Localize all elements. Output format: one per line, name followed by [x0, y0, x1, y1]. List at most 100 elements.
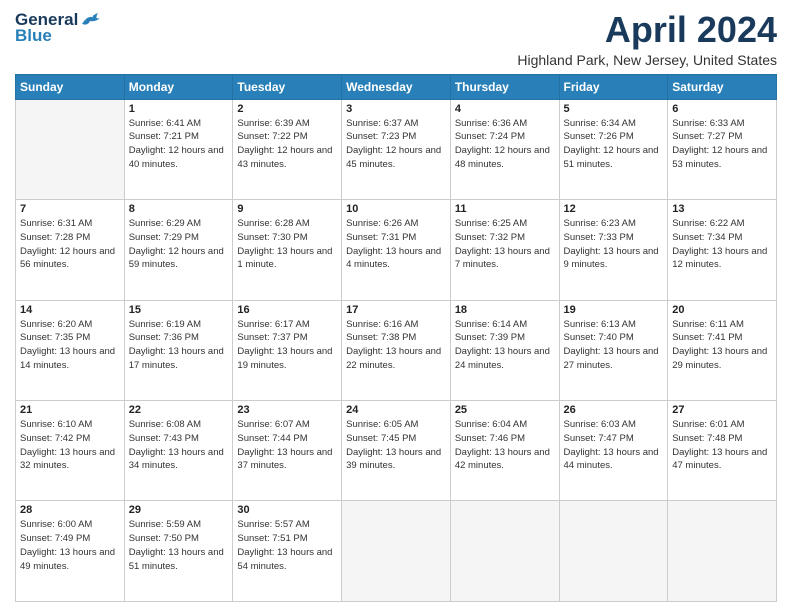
day-info: Sunrise: 6:04 AMSunset: 7:46 PMDaylight:…: [455, 418, 555, 473]
day-number: 25: [455, 404, 555, 416]
day-info: Sunrise: 6:22 AMSunset: 7:34 PMDaylight:…: [672, 217, 772, 272]
day-cell: 15Sunrise: 6:19 AMSunset: 7:36 PMDayligh…: [124, 300, 233, 400]
day-number: 30: [237, 504, 337, 516]
day-cell: 2Sunrise: 6:39 AMSunset: 7:22 PMDaylight…: [233, 99, 342, 199]
day-cell: 18 Sunrise: 6:14 AMSunset: 7:39 PMDayligh…: [450, 300, 559, 400]
day-info: Sunrise: 6:26 AMSunset: 7:31 PMDaylight:…: [346, 217, 446, 272]
day-cell: 8 Sunrise: 6:29 AMSunset: 7:29 PMDaylight…: [124, 200, 233, 300]
day-cell: 21Sunrise: 6:10 AMSunset: 7:42 PMDayligh…: [16, 401, 125, 501]
day-cell: 6Sunrise: 6:33 AMSunset: 7:27 PMDaylight…: [668, 99, 777, 199]
day-number: 3: [346, 103, 446, 115]
day-cell: 24 Sunrise: 6:05 AMSunset: 7:45 PMDayligh…: [342, 401, 451, 501]
week-row-4: 21Sunrise: 6:10 AMSunset: 7:42 PMDayligh…: [16, 401, 777, 501]
day-number: 7: [20, 203, 120, 215]
day-number: 17: [346, 304, 446, 316]
day-cell: 13 Sunrise: 6:22 AMSunset: 7:34 PMDayligh…: [668, 200, 777, 300]
day-cell: [16, 99, 125, 199]
day-cell: [342, 501, 451, 602]
day-cell: 3 Sunrise: 6:37 AMSunset: 7:23 PMDaylight…: [342, 99, 451, 199]
day-cell: 14 Sunrise: 6:20 AMSunset: 7:35 PMDayligh…: [16, 300, 125, 400]
day-cell: [450, 501, 559, 602]
day-info: Sunrise: 6:16 AMSunset: 7:38 PMDaylight:…: [346, 318, 446, 373]
day-cell: 10 Sunrise: 6:26 AMSunset: 7:31 PMDayligh…: [342, 200, 451, 300]
col-header-monday: Monday: [124, 74, 233, 99]
day-number: 20: [672, 304, 772, 316]
day-info: Sunrise: 6:31 AMSunset: 7:28 PMDaylight:…: [20, 217, 120, 272]
day-info: Sunrise: 6:20 AMSunset: 7:35 PMDaylight:…: [20, 318, 120, 373]
day-number: 6: [672, 103, 772, 115]
day-number: 28: [20, 504, 120, 516]
day-info: Sunrise: 6:29 AMSunset: 7:29 PMDaylight:…: [129, 217, 229, 272]
day-info: Sunrise: 6:17 AMSunset: 7:37 PMDaylight:…: [237, 318, 337, 373]
day-info: Sunrise: 6:25 AMSunset: 7:32 PMDaylight:…: [455, 217, 555, 272]
title-block: April 2024 Highland Park, New Jersey, Un…: [517, 10, 777, 68]
day-info: Sunrise: 6:01 AMSunset: 7:48 PMDaylight:…: [672, 418, 772, 473]
day-info: Sunrise: 6:14 AMSunset: 7:39 PMDaylight:…: [455, 318, 555, 373]
day-info: Sunrise: 6:37 AMSunset: 7:23 PMDaylight:…: [346, 117, 446, 172]
day-number: 22: [129, 404, 229, 416]
day-cell: 26 Sunrise: 6:03 AMSunset: 7:47 PMDayligh…: [559, 401, 668, 501]
day-cell: 30 Sunrise: 5:57 AMSunset: 7:51 PMDayligh…: [233, 501, 342, 602]
day-cell: 20Sunrise: 6:11 AMSunset: 7:41 PMDayligh…: [668, 300, 777, 400]
day-number: 26: [564, 404, 664, 416]
day-info: Sunrise: 6:34 AMSunset: 7:26 PMDaylight:…: [564, 117, 664, 172]
week-row-3: 14 Sunrise: 6:20 AMSunset: 7:35 PMDayligh…: [16, 300, 777, 400]
day-cell: 5 Sunrise: 6:34 AMSunset: 7:26 PMDaylight…: [559, 99, 668, 199]
day-info: Sunrise: 6:08 AMSunset: 7:43 PMDaylight:…: [129, 418, 229, 473]
day-cell: 7 Sunrise: 6:31 AMSunset: 7:28 PMDaylight…: [16, 200, 125, 300]
day-number: 14: [20, 304, 120, 316]
day-info: Sunrise: 6:19 AMSunset: 7:36 PMDaylight:…: [129, 318, 229, 373]
day-info: Sunrise: 6:05 AMSunset: 7:45 PMDaylight:…: [346, 418, 446, 473]
day-cell: 4 Sunrise: 6:36 AMSunset: 7:24 PMDaylight…: [450, 99, 559, 199]
day-info: Sunrise: 5:59 AMSunset: 7:50 PMDaylight:…: [129, 518, 229, 573]
month-title: April 2024: [517, 10, 777, 50]
day-info: Sunrise: 6:07 AMSunset: 7:44 PMDaylight:…: [237, 418, 337, 473]
location: Highland Park, New Jersey, United States: [517, 52, 777, 68]
calendar-table: SundayMondayTuesdayWednesdayThursdayFrid…: [15, 74, 777, 602]
day-cell: 25 Sunrise: 6:04 AMSunset: 7:46 PMDayligh…: [450, 401, 559, 501]
day-cell: 23 Sunrise: 6:07 AMSunset: 7:44 PMDayligh…: [233, 401, 342, 501]
day-info: Sunrise: 6:03 AMSunset: 7:47 PMDaylight:…: [564, 418, 664, 473]
day-number: 5: [564, 103, 664, 115]
week-row-5: 28 Sunrise: 6:00 AMSunset: 7:49 PMDayligh…: [16, 501, 777, 602]
day-cell: 12 Sunrise: 6:23 AMSunset: 7:33 PMDayligh…: [559, 200, 668, 300]
day-number: 27: [672, 404, 772, 416]
day-info: Sunrise: 6:10 AMSunset: 7:42 PMDaylight:…: [20, 418, 120, 473]
day-info: Sunrise: 5:57 AMSunset: 7:51 PMDaylight:…: [237, 518, 337, 573]
day-number: 4: [455, 103, 555, 115]
day-info: Sunrise: 6:36 AMSunset: 7:24 PMDaylight:…: [455, 117, 555, 172]
col-header-sunday: Sunday: [16, 74, 125, 99]
day-number: 10: [346, 203, 446, 215]
day-number: 8: [129, 203, 229, 215]
day-number: 23: [237, 404, 337, 416]
day-number: 1: [129, 103, 229, 115]
day-number: 18: [455, 304, 555, 316]
col-header-tuesday: Tuesday: [233, 74, 342, 99]
day-cell: 28 Sunrise: 6:00 AMSunset: 7:49 PMDayligh…: [16, 501, 125, 602]
day-number: 24: [346, 404, 446, 416]
day-info: Sunrise: 6:23 AMSunset: 7:33 PMDaylight:…: [564, 217, 664, 272]
day-info: Sunrise: 6:28 AMSunset: 7:30 PMDaylight:…: [237, 217, 337, 272]
week-row-2: 7 Sunrise: 6:31 AMSunset: 7:28 PMDaylight…: [16, 200, 777, 300]
week-row-1: 1 Sunrise: 6:41 AMSunset: 7:21 PMDaylight…: [16, 99, 777, 199]
day-cell: [559, 501, 668, 602]
day-cell: 22 Sunrise: 6:08 AMSunset: 7:43 PMDayligh…: [124, 401, 233, 501]
logo-blue: Blue: [15, 26, 52, 46]
day-info: Sunrise: 6:13 AMSunset: 7:40 PMDaylight:…: [564, 318, 664, 373]
day-info: Sunrise: 6:39 AMSunset: 7:22 PMDaylight:…: [237, 117, 337, 172]
col-header-friday: Friday: [559, 74, 668, 99]
logo-bird-icon: [80, 12, 102, 28]
day-number: 11: [455, 203, 555, 215]
day-info: Sunrise: 6:41 AMSunset: 7:21 PMDaylight:…: [129, 117, 229, 172]
day-number: 13: [672, 203, 772, 215]
day-cell: 1 Sunrise: 6:41 AMSunset: 7:21 PMDaylight…: [124, 99, 233, 199]
day-info: Sunrise: 6:00 AMSunset: 7:49 PMDaylight:…: [20, 518, 120, 573]
day-number: 9: [237, 203, 337, 215]
header: General Blue April 2024 Highland Park, N…: [15, 10, 777, 68]
day-number: 12: [564, 203, 664, 215]
col-header-wednesday: Wednesday: [342, 74, 451, 99]
day-number: 29: [129, 504, 229, 516]
col-header-thursday: Thursday: [450, 74, 559, 99]
day-cell: 17 Sunrise: 6:16 AMSunset: 7:38 PMDayligh…: [342, 300, 451, 400]
day-cell: 16Sunrise: 6:17 AMSunset: 7:37 PMDayligh…: [233, 300, 342, 400]
